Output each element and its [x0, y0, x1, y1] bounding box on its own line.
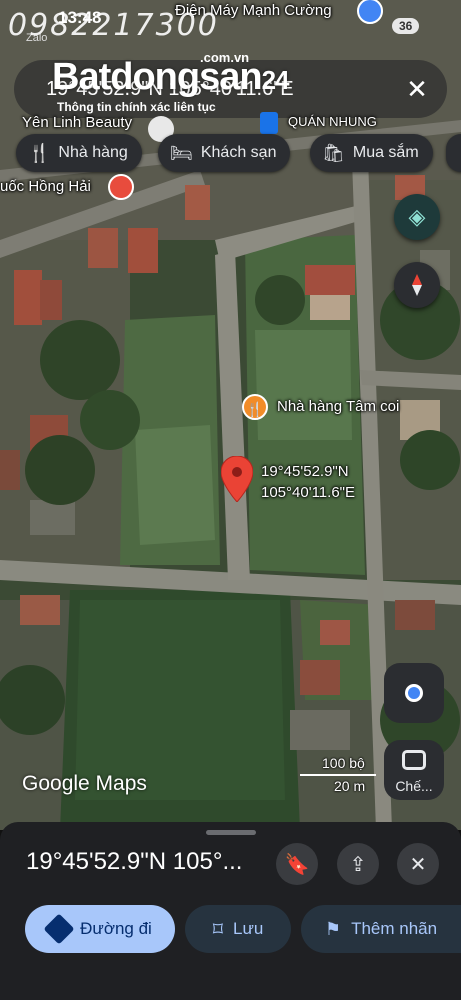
pin-longitude: 105°40'11.6"E: [261, 484, 355, 501]
place-label-restaurant[interactable]: Nhà hàng Tâm coi: [277, 398, 399, 415]
close-icon: ✕: [409, 853, 427, 876]
sheet-drag-handle[interactable]: [206, 830, 256, 835]
add-label-button[interactable]: ⚑ Thêm nhãn: [301, 905, 461, 953]
restaurant-icon: 🍴: [28, 142, 51, 163]
lens-label: Chế...: [395, 778, 433, 794]
pin-latitude: 19°45'52.9"N: [261, 463, 349, 480]
watermark-tagline: Thông tin chính xác liên tục: [57, 100, 216, 114]
shop-red-pin-icon[interactable]: [108, 174, 134, 200]
hotel-icon: 🛏: [170, 142, 193, 163]
watermark-brand: Batdongsan24: [52, 56, 289, 98]
close-search-button[interactable]: ✕: [400, 72, 434, 106]
directions-icon: [43, 913, 75, 945]
chip-restaurants[interactable]: 🍴 Nhà hàng: [16, 134, 142, 172]
place-label-hong-hai[interactable]: uốc Hồng Hải: [0, 178, 91, 195]
place-label-quan-nhung[interactable]: QUÁN NHUNG: [288, 114, 377, 129]
google-maps-logo: Google Maps: [22, 772, 147, 795]
save-bookmark-button[interactable]: 🔖: [276, 843, 318, 885]
shopping-icon: 🛍: [322, 142, 345, 163]
watermark-phone: 0982217300: [8, 8, 219, 43]
save-button[interactable]: ⌑ Lưu: [185, 905, 291, 953]
my-location-icon: [405, 684, 423, 702]
scale-imperial: 100 bộ: [322, 755, 365, 771]
compass-icon: [412, 274, 422, 296]
battery-indicator: 36: [392, 18, 420, 34]
my-location-button[interactable]: [384, 663, 444, 723]
bookmark-icon: ⌑: [212, 918, 223, 941]
restaurant-pin-icon[interactable]: 🍴: [242, 394, 268, 420]
scale-bar: [300, 774, 376, 776]
bookmark-icon: 🔖: [284, 853, 310, 876]
sheet-title: 19°45'52.9"N 105°...: [26, 848, 243, 875]
layers-icon: ◈: [408, 204, 426, 229]
watermark-domain: .com.vn: [200, 50, 250, 65]
close-sheet-button[interactable]: ✕: [397, 843, 439, 885]
chip-shopping[interactable]: 🛍 Mua sắm: [310, 134, 433, 172]
share-icon: ⇪: [349, 853, 367, 876]
flag-icon: ⚑: [324, 918, 342, 939]
compass-button[interactable]: [394, 262, 440, 308]
dropped-pin-icon[interactable]: [220, 455, 254, 507]
lens-icon: [402, 750, 426, 770]
chip-more[interactable]: [446, 134, 461, 172]
layers-button[interactable]: ◈: [394, 194, 440, 240]
share-button[interactable]: ⇪: [337, 843, 379, 885]
chip-hotels[interactable]: 🛏 Khách sạn: [158, 134, 291, 172]
scale-metric: 20 m: [334, 778, 366, 794]
place-label-beauty[interactable]: Yên Linh Beauty: [22, 114, 132, 131]
close-icon: ✕: [406, 74, 428, 104]
directions-button[interactable]: Đường đi: [25, 905, 175, 953]
shop-pin-icon[interactable]: [260, 112, 278, 134]
